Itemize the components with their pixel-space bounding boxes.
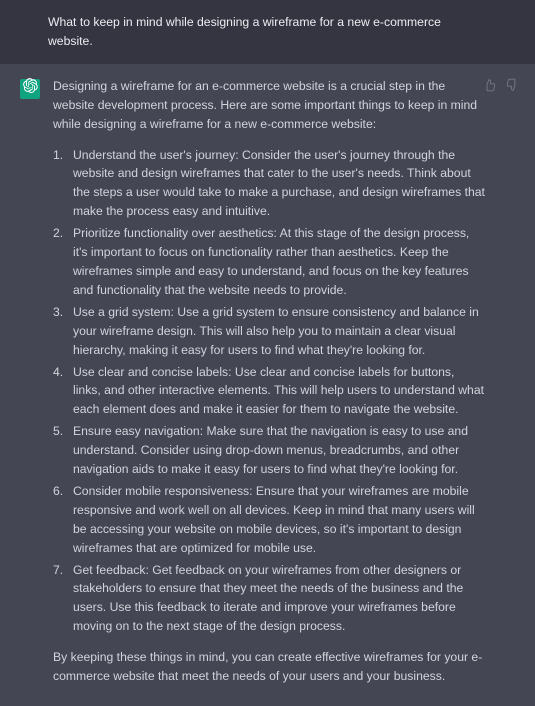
feedback-controls: [483, 78, 519, 92]
list-item: Use clear and concise labels: Use clear …: [53, 363, 485, 420]
assistant-message-row: Designing a wireframe for an e-commerce …: [0, 64, 535, 706]
list-item: Prioritize functionality over aesthetics…: [53, 224, 485, 300]
thumbs-down-button[interactable]: [505, 78, 519, 92]
thumbs-down-icon: [505, 81, 519, 95]
assistant-avatar: [20, 79, 40, 99]
list-item: Ensure easy navigation: Make sure that t…: [53, 422, 485, 479]
assistant-list: Understand the user's journey: Consider …: [53, 146, 485, 637]
assistant-outro: By keeping these things in mind, you can…: [53, 648, 485, 686]
assistant-content: Designing a wireframe for an e-commerce …: [53, 77, 515, 686]
assistant-intro: Designing a wireframe for an e-commerce …: [53, 77, 485, 134]
openai-logo-icon: [23, 78, 38, 99]
list-item: Understand the user's journey: Consider …: [53, 146, 485, 222]
user-message-text: What to keep in mind while designing a w…: [48, 13, 487, 51]
thumbs-up-icon: [483, 81, 497, 95]
list-item: Consider mobile responsiveness: Ensure t…: [53, 482, 485, 558]
user-message-row: What to keep in mind while designing a w…: [0, 0, 535, 64]
thumbs-up-button[interactable]: [483, 78, 497, 92]
list-item: Use a grid system: Use a grid system to …: [53, 303, 485, 360]
list-item: Get feedback: Get feedback on your wiref…: [53, 561, 485, 637]
